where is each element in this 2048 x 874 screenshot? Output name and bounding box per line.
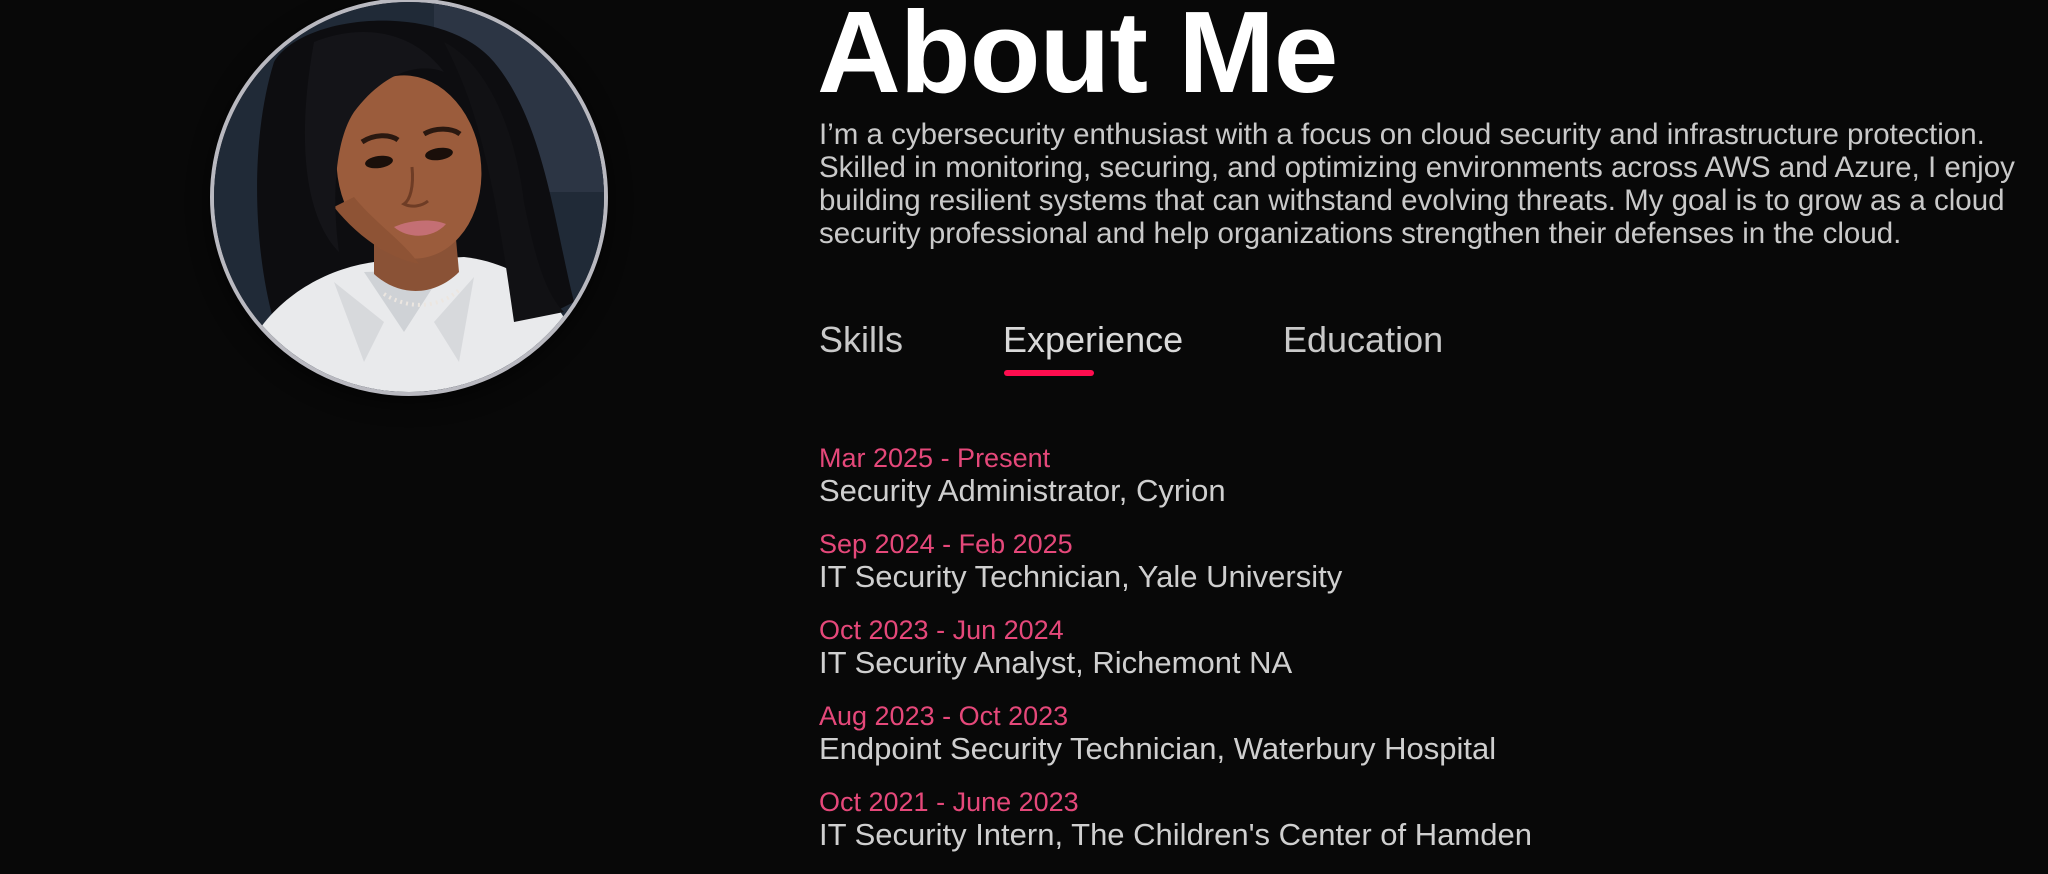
portrait-illustration bbox=[214, 2, 604, 392]
tab-skills[interactable]: Skills bbox=[819, 318, 903, 362]
experience-role: Endpoint Security Technician, Waterbury … bbox=[819, 731, 1497, 766]
profile-photo bbox=[210, 0, 608, 396]
about-tabs: Skills Experience Education bbox=[819, 318, 1519, 378]
list-item: Sep 2024 - Feb 2025 IT Security Technici… bbox=[819, 528, 1919, 614]
experience-date: Mar 2025 - Present bbox=[819, 443, 1051, 473]
experience-date: Oct 2021 - June 2023 bbox=[819, 787, 1079, 817]
experience-list: Mar 2025 - Present Security Administrato… bbox=[819, 442, 1919, 872]
active-tab-indicator bbox=[1004, 370, 1094, 376]
experience-role: IT Security Analyst, Richemont NA bbox=[819, 645, 1293, 680]
list-item: Oct 2023 - Jun 2024 IT Security Analyst,… bbox=[819, 614, 1919, 700]
list-item: Mar 2025 - Present Security Administrato… bbox=[819, 442, 1919, 528]
experience-date: Aug 2023 - Oct 2023 bbox=[819, 701, 1069, 731]
page-title: About Me bbox=[817, 0, 1338, 117]
experience-date: Sep 2024 - Feb 2025 bbox=[819, 529, 1073, 559]
bio-paragraph: I’m a cybersecurity enthusiast with a fo… bbox=[819, 118, 2015, 250]
experience-role: IT Security Intern, The Children's Cente… bbox=[819, 817, 1532, 852]
tab-education[interactable]: Education bbox=[1283, 318, 1443, 362]
list-item: Aug 2023 - Oct 2023 Endpoint Security Te… bbox=[819, 700, 1919, 786]
list-item: Oct 2021 - June 2023 IT Security Intern,… bbox=[819, 786, 1919, 872]
about-page: About Me I’m a cybersecurity enthusiast … bbox=[0, 0, 2048, 874]
experience-role: IT Security Technician, Yale University bbox=[819, 559, 1343, 594]
experience-date: Oct 2023 - Jun 2024 bbox=[819, 615, 1064, 645]
tab-experience[interactable]: Experience bbox=[1003, 318, 1183, 362]
experience-role: Security Administrator, Cyrion bbox=[819, 473, 1226, 508]
